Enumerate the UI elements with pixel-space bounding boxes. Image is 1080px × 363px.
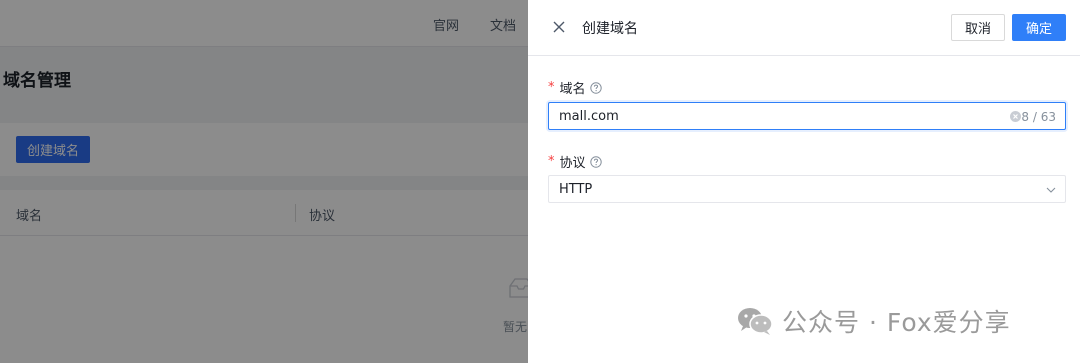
watermark: 公众号 · Fox爱分享 [736,304,1011,338]
domain-input[interactable]: mall.com 8 / 63 [548,102,1066,130]
wechat-icon [738,308,773,335]
watermark-text: 公众号 · Fox爱分享 [782,308,1011,337]
protocol-select-value: HTTP [559,182,593,197]
chevron-down-icon [1046,187,1056,193]
clear-icon[interactable] [1010,111,1021,122]
character-counter: 8 / 63 [1021,110,1056,124]
protocol-select[interactable]: HTTP [548,175,1066,203]
domain-input-value: mall.com [559,109,619,124]
protocol-field-label: * 协议 [548,152,602,171]
help-icon[interactable] [589,81,602,94]
cancel-button[interactable]: 取消 [951,14,1005,41]
drawer-header: 创建域名 取消 确定 [528,0,1080,56]
required-mark: * [548,154,555,169]
domain-field-label: * 域名 [548,78,602,97]
required-mark: * [548,80,555,95]
modal-mask[interactable] [0,0,528,363]
close-icon[interactable] [551,19,567,35]
help-icon[interactable] [589,155,602,168]
protocol-label-text: 协议 [559,156,586,171]
confirm-button[interactable]: 确定 [1012,14,1066,41]
domain-label-text: 域名 [559,82,586,97]
drawer-title: 创建域名 [582,21,638,37]
